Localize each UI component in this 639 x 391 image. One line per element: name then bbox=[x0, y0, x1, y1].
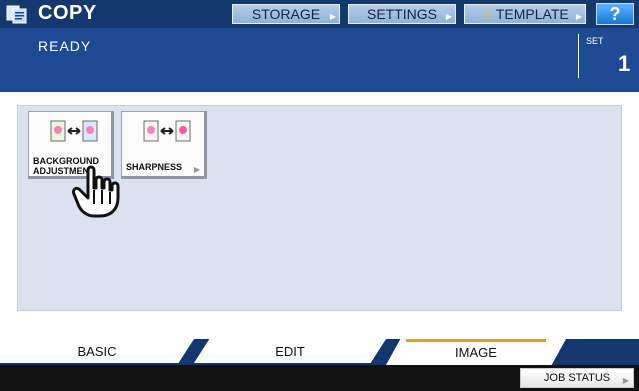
template-button[interactable]: ☆ TEMPLATE ▶ bbox=[464, 4, 586, 24]
tab-edit[interactable]: EDIT bbox=[194, 339, 386, 363]
help-icon: ? bbox=[609, 3, 621, 24]
corner-arrow-icon: ▶ bbox=[575, 12, 582, 21]
help-button[interactable]: ? bbox=[596, 3, 634, 25]
tab-basic[interactable]: BASIC bbox=[0, 339, 194, 363]
sharpness-button[interactable]: SHARPNESS ▶ bbox=[121, 111, 207, 179]
star-icon: ☆ bbox=[481, 5, 494, 22]
set-label: SET bbox=[586, 36, 604, 46]
settings-button[interactable]: SETTINGS ▶ bbox=[348, 4, 456, 24]
template-button-label: TEMPLATE bbox=[495, 6, 569, 22]
corner-arrow-icon: ▶ bbox=[622, 376, 629, 385]
set-count: 1 bbox=[618, 51, 631, 76]
job-status-button[interactable]: JOB STATUS ▶ bbox=[520, 368, 634, 388]
tab-edit-label: EDIT bbox=[275, 343, 305, 359]
sharpness-label: SHARPNESS bbox=[126, 162, 183, 172]
corner-arrow-icon: ▶ bbox=[445, 12, 452, 21]
tab-image-label: IMAGE bbox=[455, 344, 497, 360]
active-tab-indicator bbox=[406, 339, 546, 342]
job-status-label: JOB STATUS bbox=[543, 372, 611, 384]
storage-button[interactable]: STORAGE ▶ bbox=[232, 4, 340, 24]
background-adjustment-icon bbox=[50, 120, 98, 142]
corner-arrow-icon: ▶ bbox=[329, 12, 336, 21]
header-bar: COPY STORAGE ▶ SETTINGS ▶ ☆ TEMPLATE ▶ ?… bbox=[0, 0, 639, 92]
tab-basic-label: BASIC bbox=[77, 343, 117, 359]
copy-icon bbox=[6, 5, 27, 24]
app-title: COPY bbox=[38, 2, 97, 24]
tab-image[interactable]: IMAGE bbox=[386, 339, 566, 365]
corner-arrow-icon: ▶ bbox=[193, 165, 200, 174]
set-divider bbox=[578, 34, 579, 78]
settings-button-label: SETTINGS bbox=[366, 6, 437, 22]
sharpness-icon bbox=[143, 120, 191, 142]
status-message: READY bbox=[38, 38, 92, 54]
hand-pointer-icon bbox=[72, 165, 120, 218]
storage-button-label: STORAGE bbox=[251, 6, 321, 22]
